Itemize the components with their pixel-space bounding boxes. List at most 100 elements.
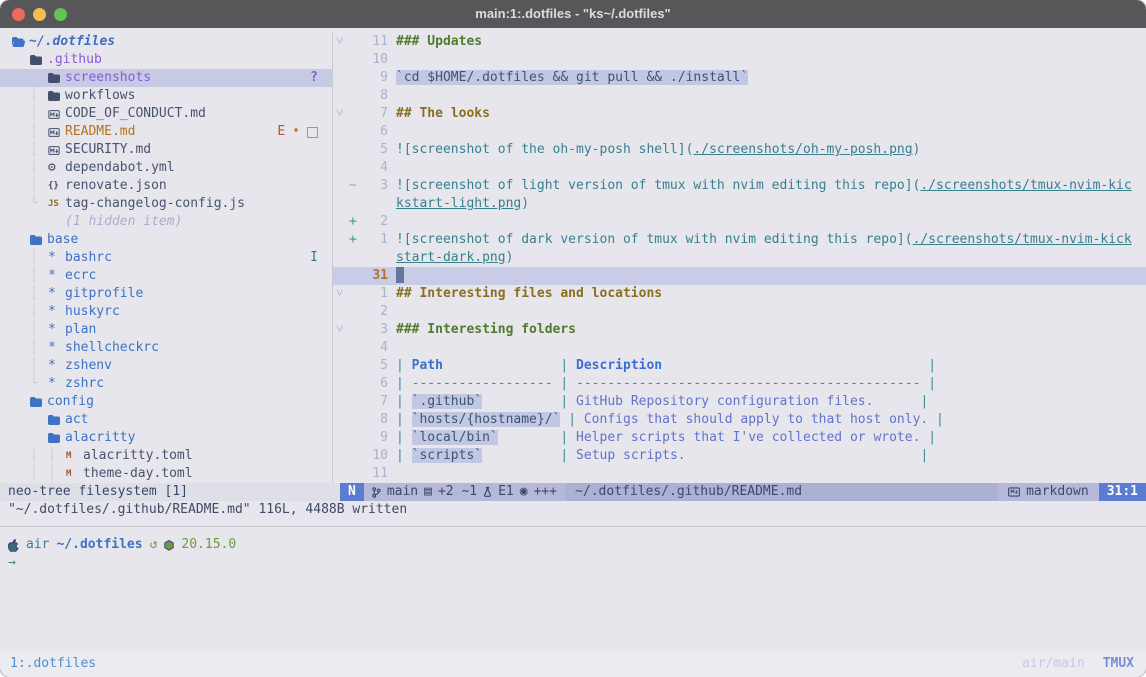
tree-item-label: .github bbox=[47, 51, 102, 69]
tree-item-label: SECURITY.md bbox=[65, 141, 151, 159]
tree-guide: │ bbox=[30, 87, 48, 105]
tree-item-shellcheckrc[interactable]: │*shellcheckrc bbox=[0, 339, 332, 357]
tree-item-label: tag-changelog-config.js bbox=[65, 195, 245, 213]
tree-item-bashrc[interactable]: │*bashrcI bbox=[0, 249, 332, 267]
tree-guide: └ bbox=[30, 375, 48, 393]
tree-item-alacritty.toml[interactable]: ││Malacritty.toml bbox=[0, 447, 332, 465]
tree-item-label: plan bbox=[65, 321, 96, 339]
editor-line[interactable]: 11 bbox=[333, 465, 1146, 483]
tree-item-readme.md[interactable]: │README.mdE• bbox=[0, 123, 332, 141]
tree-item-screenshots[interactable]: screenshots? bbox=[0, 69, 332, 87]
tree-item-alacritty[interactable]: alacritty bbox=[0, 429, 332, 447]
tree-item-act[interactable]: act bbox=[0, 411, 332, 429]
tree-guide bbox=[12, 465, 30, 483]
editor-line[interactable]: ˅1## Interesting files and locations bbox=[333, 285, 1146, 303]
gutter-sign bbox=[349, 69, 362, 87]
editor-line[interactable]: ˅7## The looks bbox=[333, 105, 1146, 123]
editor-line[interactable]: 5| Path | Description | bbox=[333, 357, 1146, 375]
tree-item-label: act bbox=[65, 411, 88, 429]
tree-item-base[interactable]: base bbox=[0, 231, 332, 249]
gutter-sign bbox=[349, 51, 362, 69]
editor-line[interactable]: kstart-light.png) bbox=[333, 195, 1146, 213]
tree-guide: │ bbox=[30, 267, 48, 285]
fold-arrow-icon[interactable]: ˅ bbox=[333, 285, 349, 303]
tree-guide bbox=[30, 213, 48, 231]
line-text bbox=[388, 51, 396, 69]
editor-line[interactable]: +1![screenshot of dark version of tmux w… bbox=[333, 231, 1146, 249]
text-segment: | bbox=[560, 430, 576, 445]
tree-item-renovate.json[interactable]: │{}renovate.json bbox=[0, 177, 332, 195]
text-segment bbox=[498, 430, 561, 445]
tree-item--1-hidden-item-[interactable]: (1 hidden item) bbox=[0, 213, 332, 231]
gutter-sign bbox=[349, 195, 362, 213]
tree-item-ecrc[interactable]: │*ecrc bbox=[0, 267, 332, 285]
line-text: start-dark.png) bbox=[388, 249, 513, 267]
tmux-window-tab[interactable]: 1:.dotfiles bbox=[0, 655, 96, 673]
tree-item-security.md[interactable]: │SECURITY.md bbox=[0, 141, 332, 159]
tree-guide bbox=[12, 123, 30, 141]
shell-pane[interactable]: air ~/.dotfiles ↺ 20.15.0 → bbox=[0, 527, 1146, 651]
tree-item--.dotfiles[interactable]: ~/.dotfiles bbox=[0, 33, 332, 51]
tree-item-tag-changelog-config.js[interactable]: └JStag-changelog-config.js bbox=[0, 195, 332, 213]
text-segment: Configs that should apply to that host o… bbox=[584, 412, 928, 427]
fold-arrow-icon[interactable]: ˅ bbox=[333, 321, 349, 339]
text-segment: ![screenshot of light version of tmux wi… bbox=[396, 178, 920, 193]
fold-column bbox=[333, 393, 349, 411]
tree-item-dependabot.yml[interactable]: │⚙dependabot.yml bbox=[0, 159, 332, 177]
editor-line[interactable]: 5![screenshot of the oh-my-posh shell](.… bbox=[333, 141, 1146, 159]
line-number: 11 bbox=[362, 33, 388, 51]
tree-item-gitprofile[interactable]: │*gitprofile bbox=[0, 285, 332, 303]
editor-line[interactable]: 9| `local/bin` | Helper scripts that I'v… bbox=[333, 429, 1146, 447]
line-text: ![screenshot of the oh-my-posh shell](./… bbox=[388, 141, 920, 159]
tmux-status-bar: 1:.dotfiles air/main TMUX bbox=[0, 651, 1146, 677]
editor-line[interactable]: 10 bbox=[333, 51, 1146, 69]
tree-item-zshrc[interactable]: └*zshrc bbox=[0, 375, 332, 393]
tree-item-config[interactable]: config bbox=[0, 393, 332, 411]
editor-line[interactable]: 7| `.github` | GitHub Repository configu… bbox=[333, 393, 1146, 411]
text-segment: ### Interesting folders bbox=[396, 322, 576, 337]
editor-line[interactable]: ~3![screenshot of light version of tmux … bbox=[333, 177, 1146, 195]
editor-line[interactable]: 2 bbox=[333, 303, 1146, 321]
gutter-sign bbox=[349, 267, 362, 285]
editor-line[interactable]: 31 bbox=[333, 267, 1146, 285]
editor-buffer[interactable]: ˅11### Updates109`cd $HOME/.dotfiles && … bbox=[333, 33, 1146, 483]
tree-item-zshenv[interactable]: │*zshenv bbox=[0, 357, 332, 375]
editor-line[interactable]: 8 bbox=[333, 87, 1146, 105]
text-segment: | bbox=[560, 376, 576, 391]
editor-line[interactable]: 9`cd $HOME/.dotfiles && git pull && ./in… bbox=[333, 69, 1146, 87]
line-number: 7 bbox=[362, 105, 388, 123]
tree-item-plan[interactable]: │*plan bbox=[0, 321, 332, 339]
editor-line[interactable]: 4 bbox=[333, 339, 1146, 357]
tree-item-label: bashrc bbox=[65, 249, 112, 267]
editor-line[interactable]: ˅11### Updates bbox=[333, 33, 1146, 51]
gutter-sign bbox=[349, 411, 362, 429]
tree-item-code-of-conduct.md[interactable]: │CODE_OF_CONDUCT.md bbox=[0, 105, 332, 123]
editor-line[interactable]: 4 bbox=[333, 159, 1146, 177]
folder-icon bbox=[30, 235, 47, 245]
editor-line[interactable]: ˅3### Interesting folders bbox=[333, 321, 1146, 339]
line-text: ## Interesting files and locations bbox=[388, 285, 662, 303]
editor-line[interactable]: 8| `hosts/{hostname}/` | Configs that sh… bbox=[333, 411, 1146, 429]
tree-item-huskyrc[interactable]: │*huskyrc bbox=[0, 303, 332, 321]
line-text: | `scripts` | Setup scripts. | bbox=[388, 447, 928, 465]
text-segment: ) bbox=[506, 250, 514, 265]
text-segment: | bbox=[920, 376, 936, 391]
editor-line[interactable]: 6| ------------------ | ----------------… bbox=[333, 375, 1146, 393]
editor-line[interactable]: +2 bbox=[333, 213, 1146, 231]
tree-item-workflows[interactable]: │workflows bbox=[0, 87, 332, 105]
line-number: 31 bbox=[362, 267, 388, 285]
editor-line[interactable]: 6 bbox=[333, 123, 1146, 141]
fold-column bbox=[333, 231, 349, 249]
text-segment: Helper scripts that I've collected or wr… bbox=[576, 430, 920, 445]
editor-line[interactable]: 10| `scripts` | Setup scripts. | bbox=[333, 447, 1146, 465]
fold-arrow-icon[interactable]: ˅ bbox=[333, 33, 349, 51]
fold-arrow-icon[interactable]: ˅ bbox=[333, 105, 349, 123]
editor-line[interactable]: start-dark.png) bbox=[333, 249, 1146, 267]
tree-item-.github[interactable]: .github bbox=[0, 51, 332, 69]
tree-item-label: ~/.dotfiles bbox=[29, 33, 115, 51]
command-message: "~/.dotfiles/.github/README.md" 116L, 44… bbox=[0, 501, 1146, 519]
line-number: 9 bbox=[362, 429, 388, 447]
gutter-sign: + bbox=[349, 231, 362, 249]
tree-item-theme-day.toml[interactable]: ││Mtheme-day.toml bbox=[0, 465, 332, 483]
line-number bbox=[362, 249, 388, 267]
